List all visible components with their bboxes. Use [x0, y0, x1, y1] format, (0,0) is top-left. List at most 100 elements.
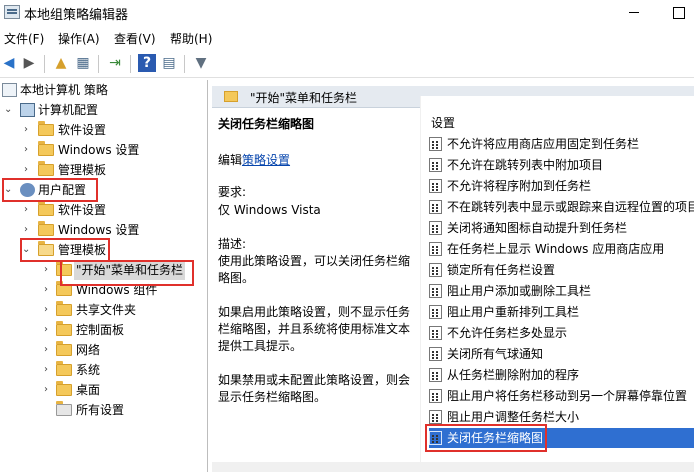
folder-icon [56, 301, 72, 316]
folder-icon [56, 381, 72, 396]
description-line: 使用此策略设置，可以关闭任务栏缩 [218, 254, 411, 268]
column-header-setting[interactable]: 设置 [431, 114, 455, 131]
tree-label: 软件设置 [58, 203, 107, 217]
chevron-right-icon[interactable]: › [22, 120, 30, 140]
requirement-label: 要求: [218, 185, 247, 199]
policy-setting-row[interactable]: 不允许将程序附加到任务栏 [429, 176, 694, 196]
tree-item-desktop[interactable]: › 桌面 [0, 380, 200, 400]
edit-policy-line: 编辑策略设置 [218, 152, 290, 169]
tree-item-admin-templates[interactable]: › 管理模板 [0, 160, 200, 180]
details-header-title: "开始"菜单和任务栏 [250, 91, 358, 105]
policy-setting-label: 不允许将应用商店应用固定到任务栏 [447, 137, 640, 151]
chevron-right-icon[interactable]: › [42, 360, 50, 380]
policy-setting-row[interactable]: 锁定所有任务栏设置 [429, 260, 694, 280]
tree-label: Windows 设置 [58, 223, 140, 237]
menu-help[interactable]: 帮助(H) [170, 30, 212, 47]
tree-label: 计算机配置 [38, 103, 99, 117]
policy-editor-icon [4, 5, 20, 19]
minimize-button[interactable] [620, 0, 648, 24]
policy-setting-icon [429, 389, 442, 403]
tree-item-root[interactable]: 本地计算机 策略 [0, 80, 200, 100]
edit-policy-link[interactable]: 策略设置 [242, 153, 290, 167]
up-folder-icon[interactable]: ▲ [52, 54, 70, 72]
tree-item-shared-folders[interactable]: › 共享文件夹 [0, 300, 200, 320]
toolbar-separator [184, 55, 185, 73]
description-line: 如果禁用或未配置此策略设置，则会 [218, 373, 411, 387]
folder-icon [56, 341, 72, 356]
filter-icon[interactable]: ▼ [192, 54, 210, 72]
chevron-right-icon[interactable]: › [42, 280, 50, 300]
chevron-right-icon[interactable]: › [42, 340, 50, 360]
folder-icon [56, 321, 72, 336]
tree-label: 所有设置 [76, 403, 125, 417]
description-line: 如果启用此策略设置，则不显示任务 [218, 305, 411, 319]
chevron-down-icon[interactable]: ⌄ [4, 100, 12, 120]
show-hide-tree-icon[interactable]: ▦ [74, 54, 92, 72]
policy-setting-icon [429, 263, 442, 277]
policy-setting-row[interactable]: 从任务栏删除附加的程序 [429, 365, 694, 385]
policy-setting-row[interactable]: 阻止用户重新排列工具栏 [429, 302, 694, 322]
menu-view[interactable]: 查看(V) [114, 30, 156, 47]
policy-setting-label: 不允许将程序附加到任务栏 [447, 179, 592, 193]
highlight-box-selected-setting [425, 424, 547, 452]
window-title: 本地组策略编辑器 [24, 8, 129, 23]
chevron-right-icon[interactable]: › [22, 160, 30, 180]
edit-prefix: 编辑 [218, 153, 243, 167]
tree-label: 控制面板 [76, 323, 125, 337]
description-label: 描述: [218, 237, 247, 251]
tree-item-software-settings[interactable]: › 软件设置 [0, 120, 200, 140]
tree-item-network[interactable]: › 网络 [0, 340, 200, 360]
chevron-right-icon[interactable]: › [22, 140, 30, 160]
policy-setting-icon [429, 305, 442, 319]
policy-setting-label: 关闭将通知图标自动提升到任务栏 [447, 221, 628, 235]
policy-setting-row[interactable]: 不在跳转列表中显示或跟踪来自远程位置的项目 [429, 197, 694, 217]
menu-bar: 文件(F) 操作(A) 查看(V) 帮助(H) [0, 26, 694, 48]
folder-icon [224, 91, 238, 102]
tree-item-all-settings[interactable]: 所有设置 [0, 400, 200, 420]
policy-setting-row[interactable]: 不允许将应用商店应用固定到任务栏 [429, 134, 694, 154]
chevron-right-icon[interactable]: › [42, 380, 50, 400]
toolbar: ◀ ▶ ▲ ▦ ⇥ ? ▤ ▼ [0, 50, 694, 78]
policy-setting-row[interactable]: 关闭所有气球通知 [429, 344, 694, 364]
policy-setting-row[interactable]: 不允许任务栏多处显示 [429, 323, 694, 343]
tree-item-user-windows-settings[interactable]: › Windows 设置 [0, 220, 200, 240]
computer-icon [20, 103, 35, 117]
policy-setting-label: 在任务栏上显示 Windows 应用商店应用 [447, 242, 665, 256]
help-icon[interactable]: ? [138, 54, 156, 72]
toolbar-separator [98, 55, 99, 73]
maximize-button[interactable] [664, 0, 692, 24]
chevron-right-icon[interactable]: › [42, 320, 50, 340]
export-list-icon[interactable]: ⇥ [106, 54, 124, 72]
chevron-right-icon[interactable]: › [42, 260, 50, 280]
folder-icon [38, 141, 54, 156]
back-arrow-icon[interactable]: ◀ [0, 54, 18, 72]
tree-item-computer-config[interactable]: ⌄ 计算机配置 [0, 100, 200, 120]
policy-setting-row[interactable]: 阻止用户将任务栏移动到另一个屏幕停靠位置 [429, 386, 694, 406]
menu-file[interactable]: 文件(F) [4, 30, 44, 47]
tree-item-user-software-settings[interactable]: › 软件设置 [0, 200, 200, 220]
tree-item-system[interactable]: › 系统 [0, 360, 200, 380]
highlight-box-start-menu [60, 260, 194, 286]
policy-setting-label: 阻止用户添加或删除工具栏 [447, 284, 592, 298]
policy-setting-row[interactable]: 阻止用户添加或删除工具栏 [429, 281, 694, 301]
policy-setting-row[interactable]: 不允许在跳转列表中附加项目 [429, 155, 694, 175]
forward-arrow-icon[interactable]: ▶ [20, 54, 38, 72]
folder-icon [56, 361, 72, 376]
policy-setting-label: 从任务栏删除附加的程序 [447, 368, 580, 382]
policy-setting-row[interactable]: 在任务栏上显示 Windows 应用商店应用 [429, 239, 694, 259]
description-line: 显示任务栏缩略图。 [218, 390, 327, 404]
tree-item-control-panel[interactable]: › 控制面板 [0, 320, 200, 340]
horizontal-scrollbar[interactable] [212, 462, 694, 472]
policy-setting-icon [429, 242, 442, 256]
folder-icon [38, 221, 54, 236]
properties-icon[interactable]: ▤ [160, 54, 178, 72]
chevron-right-icon[interactable]: › [42, 300, 50, 320]
tree-item-windows-settings[interactable]: › Windows 设置 [0, 140, 200, 160]
policy-setting-icon [429, 221, 442, 235]
menu-action[interactable]: 操作(A) [58, 30, 100, 47]
chevron-right-icon[interactable]: › [22, 200, 30, 220]
chevron-right-icon[interactable]: › [22, 220, 30, 240]
policy-setting-row[interactable]: 关闭将通知图标自动提升到任务栏 [429, 218, 694, 238]
setting-title: 关闭任务栏缩略图 [218, 117, 315, 131]
policy-setting-icon [429, 284, 442, 298]
